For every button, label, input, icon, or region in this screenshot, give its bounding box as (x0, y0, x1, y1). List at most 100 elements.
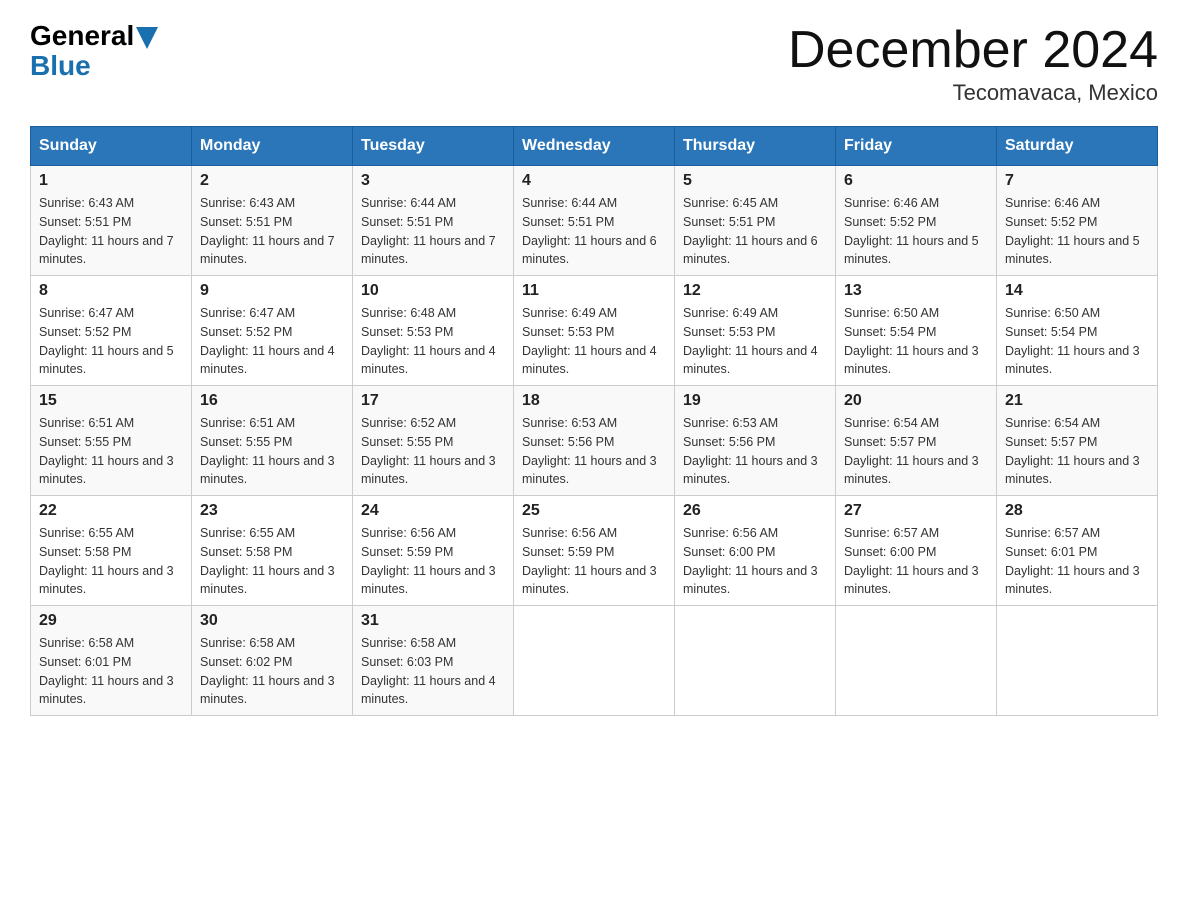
calendar-cell (675, 606, 836, 716)
calendar-cell: 4 Sunrise: 6:44 AMSunset: 5:51 PMDaylight… (514, 166, 675, 276)
calendar-cell: 26Sunrise: 6:56 AMSunset: 6:00 PMDayligh… (675, 496, 836, 606)
day-info: Sunrise: 6:56 AMSunset: 6:00 PMDaylight:… (683, 524, 827, 599)
calendar-cell: 12 Sunrise: 6:49 AMSunset: 5:53 PMDayligh… (675, 276, 836, 386)
header-tuesday: Tuesday (353, 127, 514, 166)
day-number: 14 (1005, 282, 1149, 300)
calendar-cell: 27 Sunrise: 6:57 AMSunset: 6:00 PMDayligh… (836, 496, 997, 606)
calendar-cell: 29 Sunrise: 6:58 AMSunset: 6:01 PMDayligh… (31, 606, 192, 716)
day-info: Sunrise: 6:47 AMSunset: 5:52 PMDaylight:… (200, 304, 344, 379)
day-number: 5 (683, 172, 827, 190)
day-info: Sunrise: 6:44 AMSunset: 5:51 PMDaylight:… (361, 194, 505, 269)
day-number: 20 (844, 392, 988, 410)
calendar-header-row: SundayMondayTuesdayWednesdayThursdayFrid… (31, 127, 1158, 166)
header-sunday: Sunday (31, 127, 192, 166)
header-wednesday: Wednesday (514, 127, 675, 166)
day-info: Sunrise: 6:46 AMSunset: 5:52 PMDaylight:… (844, 194, 988, 269)
calendar-cell: 30Sunrise: 6:58 AMSunset: 6:02 PMDayligh… (192, 606, 353, 716)
calendar-cell: 18 Sunrise: 6:53 AMSunset: 5:56 PMDayligh… (514, 386, 675, 496)
calendar-cell: 24 Sunrise: 6:56 AMSunset: 5:59 PMDayligh… (353, 496, 514, 606)
day-info: Sunrise: 6:44 AMSunset: 5:51 PMDaylight:… (522, 194, 666, 269)
calendar-week-1: 1 Sunrise: 6:43 AMSunset: 5:51 PMDaylight… (31, 166, 1158, 276)
calendar-cell: 22 Sunrise: 6:55 AMSunset: 5:58 PMDayligh… (31, 496, 192, 606)
header-friday: Friday (836, 127, 997, 166)
page-header: General Blue December 2024 Tecomavaca, M… (30, 20, 1158, 106)
calendar-cell: 23 Sunrise: 6:55 AMSunset: 5:58 PMDayligh… (192, 496, 353, 606)
calendar-week-5: 29 Sunrise: 6:58 AMSunset: 6:01 PMDayligh… (31, 606, 1158, 716)
day-info: Sunrise: 6:49 AMSunset: 5:53 PMDaylight:… (522, 304, 666, 379)
day-info: Sunrise: 6:53 AMSunset: 5:56 PMDaylight:… (683, 414, 827, 489)
day-info: Sunrise: 6:52 AMSunset: 5:55 PMDaylight:… (361, 414, 505, 489)
month-title: December 2024 (788, 20, 1158, 80)
calendar-cell: 5 Sunrise: 6:45 AMSunset: 5:51 PMDaylight… (675, 166, 836, 276)
logo-triangle-icon (136, 27, 158, 49)
day-info: Sunrise: 6:50 AMSunset: 5:54 PMDaylight:… (1005, 304, 1149, 379)
header-thursday: Thursday (675, 127, 836, 166)
calendar-cell: 8 Sunrise: 6:47 AMSunset: 5:52 PMDaylight… (31, 276, 192, 386)
day-number: 4 (522, 172, 666, 190)
calendar-cell: 6Sunrise: 6:46 AMSunset: 5:52 PMDaylight… (836, 166, 997, 276)
day-info: Sunrise: 6:55 AMSunset: 5:58 PMDaylight:… (39, 524, 183, 599)
day-info: Sunrise: 6:54 AMSunset: 5:57 PMDaylight:… (1005, 414, 1149, 489)
calendar-cell: 1Sunrise: 6:43 AMSunset: 5:51 PMDaylight… (31, 166, 192, 276)
day-info: Sunrise: 6:47 AMSunset: 5:52 PMDaylight:… (39, 304, 183, 379)
logo-general-text: General (30, 20, 134, 52)
calendar-cell: 14 Sunrise: 6:50 AMSunset: 5:54 PMDayligh… (997, 276, 1158, 386)
day-info: Sunrise: 6:56 AMSunset: 5:59 PMDaylight:… (361, 524, 505, 599)
calendar-cell: 31Sunrise: 6:58 AMSunset: 6:03 PMDayligh… (353, 606, 514, 716)
day-info: Sunrise: 6:48 AMSunset: 5:53 PMDaylight:… (361, 304, 505, 379)
day-number: 13 (844, 282, 988, 300)
day-info: Sunrise: 6:51 AMSunset: 5:55 PMDaylight:… (200, 414, 344, 489)
day-info: Sunrise: 6:54 AMSunset: 5:57 PMDaylight:… (844, 414, 988, 489)
calendar-cell: 15 Sunrise: 6:51 AMSunset: 5:55 PMDayligh… (31, 386, 192, 496)
day-number: 9 (200, 282, 344, 300)
calendar-week-3: 15 Sunrise: 6:51 AMSunset: 5:55 PMDayligh… (31, 386, 1158, 496)
calendar-cell: 20 Sunrise: 6:54 AMSunset: 5:57 PMDayligh… (836, 386, 997, 496)
calendar-cell: 17Sunrise: 6:52 AMSunset: 5:55 PMDayligh… (353, 386, 514, 496)
calendar-cell (997, 606, 1158, 716)
calendar-cell: 19 Sunrise: 6:53 AMSunset: 5:56 PMDayligh… (675, 386, 836, 496)
day-info: Sunrise: 6:43 AMSunset: 5:51 PMDaylight:… (200, 194, 344, 269)
day-number: 24 (361, 502, 505, 520)
day-number: 1 (39, 172, 183, 190)
day-number: 29 (39, 612, 183, 630)
calendar-cell: 9 Sunrise: 6:47 AMSunset: 5:52 PMDaylight… (192, 276, 353, 386)
day-info: Sunrise: 6:55 AMSunset: 5:58 PMDaylight:… (200, 524, 344, 599)
day-number: 22 (39, 502, 183, 520)
header-saturday: Saturday (997, 127, 1158, 166)
day-number: 27 (844, 502, 988, 520)
day-number: 23 (200, 502, 344, 520)
calendar-cell: 10Sunrise: 6:48 AMSunset: 5:53 PMDayligh… (353, 276, 514, 386)
day-info: Sunrise: 6:46 AMSunset: 5:52 PMDaylight:… (1005, 194, 1149, 269)
calendar-cell: 7 Sunrise: 6:46 AMSunset: 5:52 PMDaylight… (997, 166, 1158, 276)
calendar-cell (514, 606, 675, 716)
day-number: 16 (200, 392, 344, 410)
day-number: 12 (683, 282, 827, 300)
day-info: Sunrise: 6:49 AMSunset: 5:53 PMDaylight:… (683, 304, 827, 379)
calendar-cell: 11 Sunrise: 6:49 AMSunset: 5:53 PMDayligh… (514, 276, 675, 386)
calendar-cell: 3Sunrise: 6:44 AMSunset: 5:51 PMDaylight… (353, 166, 514, 276)
calendar-week-2: 8 Sunrise: 6:47 AMSunset: 5:52 PMDaylight… (31, 276, 1158, 386)
day-info: Sunrise: 6:57 AMSunset: 6:00 PMDaylight:… (844, 524, 988, 599)
day-number: 11 (522, 282, 666, 300)
logo-blue-text: Blue (30, 50, 91, 82)
calendar-cell: 2Sunrise: 6:43 AMSunset: 5:51 PMDaylight… (192, 166, 353, 276)
calendar-cell: 16 Sunrise: 6:51 AMSunset: 5:55 PMDayligh… (192, 386, 353, 496)
calendar-table: SundayMondayTuesdayWednesdayThursdayFrid… (30, 126, 1158, 716)
day-number: 8 (39, 282, 183, 300)
day-number: 19 (683, 392, 827, 410)
day-info: Sunrise: 6:57 AMSunset: 6:01 PMDaylight:… (1005, 524, 1149, 599)
day-number: 7 (1005, 172, 1149, 190)
day-info: Sunrise: 6:58 AMSunset: 6:01 PMDaylight:… (39, 634, 183, 709)
day-info: Sunrise: 6:56 AMSunset: 5:59 PMDaylight:… (522, 524, 666, 599)
day-number: 21 (1005, 392, 1149, 410)
calendar-cell: 13Sunrise: 6:50 AMSunset: 5:54 PMDayligh… (836, 276, 997, 386)
day-number: 28 (1005, 502, 1149, 520)
day-info: Sunrise: 6:51 AMSunset: 5:55 PMDaylight:… (39, 414, 183, 489)
day-number: 15 (39, 392, 183, 410)
day-info: Sunrise: 6:53 AMSunset: 5:56 PMDaylight:… (522, 414, 666, 489)
day-info: Sunrise: 6:45 AMSunset: 5:51 PMDaylight:… (683, 194, 827, 269)
calendar-cell: 21 Sunrise: 6:54 AMSunset: 5:57 PMDayligh… (997, 386, 1158, 496)
calendar-cell: 25Sunrise: 6:56 AMSunset: 5:59 PMDayligh… (514, 496, 675, 606)
day-number: 18 (522, 392, 666, 410)
location-title: Tecomavaca, Mexico (788, 80, 1158, 106)
